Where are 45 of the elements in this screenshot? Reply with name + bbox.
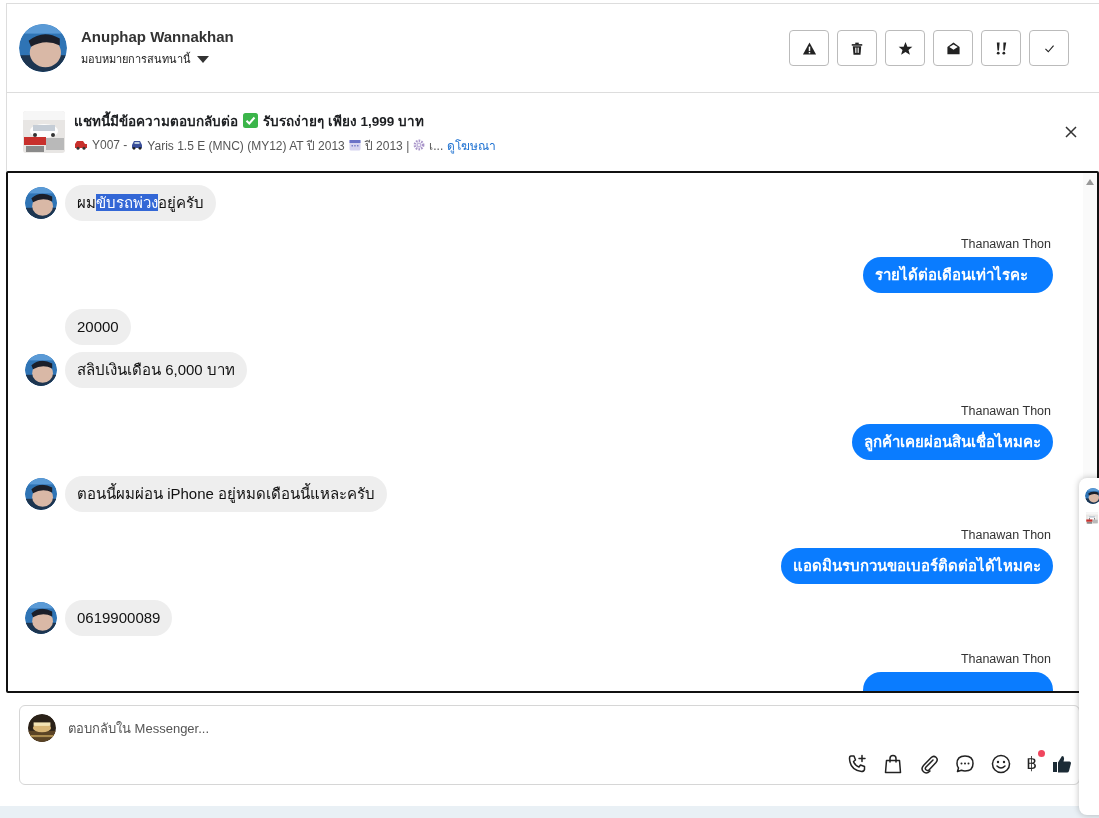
close-icon[interactable] (1065, 126, 1077, 138)
message-bubble: 20000 (65, 309, 131, 345)
scroll-up-icon[interactable] (1086, 179, 1094, 185)
sender-name: Thanawan Thon (960, 237, 1052, 251)
trash-icon (850, 40, 864, 56)
message-bubble: ตอนนี้ผมผ่อน iPhone อยู่หมดเดือนนี้แหละครับ (65, 476, 388, 512)
report-button[interactable] (789, 30, 829, 66)
ad-detail: เ... (429, 137, 444, 155)
assign-conversation-link[interactable]: มอบหมายการสนทนานี้ (81, 50, 191, 68)
caret-icon[interactable] (197, 55, 209, 63)
message-bubble: 0619900089 (65, 600, 173, 636)
view-ad-link[interactable]: ดูโฆษณา (447, 135, 497, 155)
delete-button[interactable] (837, 30, 877, 66)
envelope-icon (945, 40, 961, 56)
paperclip-icon[interactable] (918, 753, 941, 775)
message-bubble: รายได้ต่อเดือนเท่าไรคะ (863, 257, 1053, 293)
ad-detail: ปี 2013 | (364, 137, 410, 155)
chat-bubble-icon[interactable] (954, 753, 977, 775)
emoji-icon[interactable] (990, 753, 1013, 775)
gear-icon (413, 139, 426, 151)
calendar-icon (348, 139, 361, 151)
checkmark-icon (243, 113, 258, 128)
message-bubble: สลิปเงินเดือน 6,000 บาท (65, 352, 247, 388)
contact-name: Anuphap Wannakhan (81, 28, 235, 45)
reply-field[interactable]: ตอบกลับใน Messenger... (66, 719, 1071, 737)
car-icon (74, 140, 88, 150)
mark-unread-button[interactable] (933, 30, 973, 66)
thumbs-up-icon[interactable] (1051, 753, 1073, 775)
star-icon (897, 40, 913, 56)
star-button[interactable] (885, 30, 925, 66)
car-icon (131, 140, 144, 150)
warning-icon (801, 40, 817, 56)
priority-button[interactable] (981, 30, 1021, 66)
message-bubble: ลูกค้าเคยผ่อนสินเชื่อไหมคะ (852, 424, 1053, 460)
message-bubble: แอดมินรบกวนขอเบอร์ติดต่อได้ไหมคะ (781, 548, 1053, 584)
ad-title: รับรถง่ายๆ เพียง 1,999 บาท (263, 112, 425, 131)
ad-title: แชทนี้มีข้อความตอบกลับต่อ (74, 110, 238, 131)
sender-name: Thanawan Thon (960, 528, 1052, 542)
ad-detail: Y007 - (92, 138, 128, 152)
sender-name: Thanawan Thon (960, 652, 1052, 666)
message-bubble: ผมขับรถพ่วงอยู่ครับ (65, 185, 216, 221)
phone-icon[interactable] (846, 753, 869, 775)
ad-detail: Yaris 1.5 E (MNC) (MY12) AT ปี 2013 (147, 137, 345, 155)
currency-button[interactable]: ฿ (1026, 753, 1037, 775)
sender-name: Thanawan Thon (960, 404, 1052, 418)
